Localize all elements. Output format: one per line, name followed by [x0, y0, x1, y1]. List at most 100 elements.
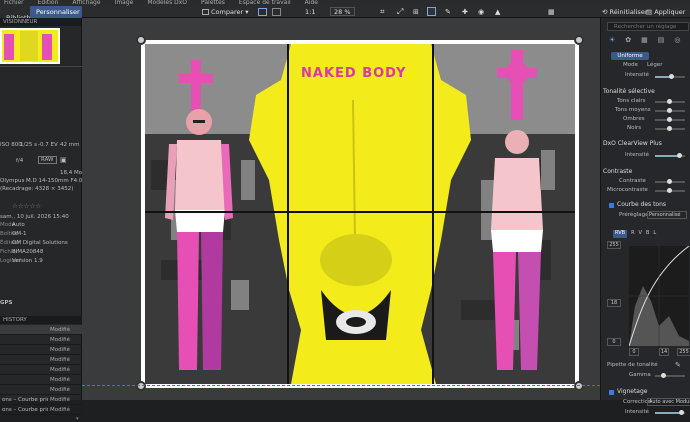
contrast-header[interactable]: Contraste [603, 168, 632, 175]
contrast-slider[interactable] [655, 179, 685, 184]
exif-editor: OM Digital Solutions [12, 240, 68, 246]
history-item[interactable]: Modifié [0, 385, 82, 395]
history-item[interactable]: Modifié [0, 365, 82, 375]
contrast-label: Contraste [619, 178, 646, 184]
exif-iso: ISO 800 [0, 142, 22, 148]
exif-crop: (Recadrage: 4328 × 3452) [0, 186, 74, 192]
reset-button[interactable]: ⟲ Réinitialiser [602, 7, 648, 17]
artwork-title: NAKED BODY [301, 66, 406, 81]
palette-light-icon[interactable]: ☀ [609, 36, 615, 46]
vignette-header[interactable]: Vignetage [617, 388, 647, 395]
fit-view-icon[interactable] [272, 8, 281, 16]
artwork-title-word1: NAKED [301, 66, 357, 81]
perspective-icon[interactable]: ⊞ [413, 7, 419, 17]
history-item[interactable]: Modifié [0, 335, 82, 345]
history-item[interactable]: ons – Courbe princ...Modifié [0, 395, 82, 405]
mode-value[interactable]: Léger [647, 62, 663, 68]
zoom-1to1-button[interactable]: 1:1 [305, 7, 315, 17]
curve-zero-input[interactable]: 0 [607, 338, 621, 346]
curve-x255-input[interactable]: 255 [677, 348, 690, 356]
tone-curve-graph[interactable] [628, 245, 690, 347]
history-item[interactable]: ons – Courbe princ...Modifié [0, 405, 82, 415]
microcontrast-slider[interactable] [655, 188, 685, 193]
curve-mid-input[interactable]: 18 [607, 299, 621, 307]
straighten-icon[interactable]: ⤢ [397, 7, 403, 17]
apply-button[interactable]: ▤ Appliquer u [646, 7, 690, 17]
channel-v[interactable]: V [639, 230, 642, 238]
crop-handle-bottom-left[interactable] [136, 381, 146, 391]
history-item[interactable]: Modifié [0, 355, 82, 365]
compare-button[interactable]: Comparer ▾ [202, 7, 249, 17]
clearview-header[interactable]: DxO ClearView Plus [603, 140, 662, 147]
crop-handle-bottom-right[interactable] [574, 381, 584, 391]
history-item-status: Modifié [50, 357, 70, 363]
curve-x0-input[interactable]: 0 [629, 348, 639, 356]
curve-header[interactable]: Courbe des tons [617, 201, 666, 208]
compare-icon [202, 9, 209, 15]
eyedropper-icon[interactable]: ✎ [445, 7, 451, 17]
warning-icon[interactable]: ▲ [495, 7, 500, 17]
tab-customize[interactable]: Personnaliser [30, 6, 82, 18]
exif-file: BIMA20848 [12, 249, 44, 255]
image-canvas[interactable]: NAKED BODY [82, 18, 600, 400]
history-item-status: Modifié [50, 377, 70, 383]
settings-search-input[interactable]: Rechercher un réglage [607, 22, 689, 31]
curve-enable-checkbox[interactable] [609, 203, 614, 208]
curve-top-input[interactable]: 255 [607, 241, 621, 249]
history-item[interactable]: Modifié [0, 375, 82, 385]
crop-handle-top-right[interactable] [574, 35, 584, 45]
vignette-intensity-slider[interactable] [655, 410, 685, 415]
history-item[interactable]: Modifié [0, 345, 82, 355]
guide-line [82, 385, 600, 386]
eye-icon[interactable]: ◉ [478, 7, 484, 17]
palette-detail-icon[interactable]: ▦ [641, 36, 648, 46]
correction-select[interactable]: Auto avec Module [647, 398, 690, 406]
exif-date: sam., 10 juil. 2026 15:40 [0, 214, 69, 220]
panel-scroll-arrow-icon[interactable]: ▾ [76, 416, 79, 422]
channel-b[interactable]: B [646, 230, 649, 238]
tonalite-header[interactable]: Tonalité sélective [603, 88, 655, 95]
palette-geometry-icon[interactable]: ▤ [658, 36, 665, 46]
uniform-button[interactable]: Uniforme [611, 52, 649, 60]
channel-rgb[interactable]: RVB [613, 230, 628, 238]
channel-l[interactable]: L [653, 230, 656, 238]
curve-x14-input[interactable]: 14 [659, 348, 669, 356]
tone-shadows-slider[interactable] [655, 117, 685, 122]
history-item[interactable]: Modifié [0, 325, 82, 335]
history-item-status: Modifié [50, 397, 70, 403]
tone-highlights-label: Tons clairs [617, 98, 646, 104]
rating-stars[interactable]: ☆☆☆☆☆ [12, 202, 41, 210]
tone-midtones-label: Tons moyens [615, 107, 651, 113]
gps-header[interactable]: GPS [0, 300, 13, 306]
crop-handle-top-left[interactable] [136, 35, 146, 45]
local-adjust-icon[interactable] [427, 7, 436, 16]
intensity-slider[interactable] [655, 74, 685, 79]
zoom-level-select[interactable]: 28 % [330, 7, 355, 16]
grid-icon[interactable]: ▦ [548, 7, 555, 17]
repair-icon[interactable]: ✚ [462, 7, 468, 17]
tone-blacks-slider[interactable] [655, 126, 685, 131]
apply-icon: ▤ [646, 8, 653, 16]
reset-label: Réinitialiser [609, 8, 648, 16]
exif-ev: -0.7 EV [38, 142, 58, 148]
navigator-thumbnail[interactable] [0, 28, 60, 64]
tone-midtones-slider[interactable] [655, 108, 685, 113]
gamma-slider[interactable] [655, 373, 685, 378]
crop-icon[interactable]: ⌗ [380, 7, 385, 17]
tone-blacks-label: Noirs [627, 125, 642, 131]
preset-select[interactable]: Personnalisé [647, 211, 687, 219]
clearview-slider[interactable] [655, 153, 685, 158]
exif-camera: OM-1 [12, 231, 27, 237]
palette-color-icon[interactable]: ✿ [625, 36, 631, 46]
pipette-icon[interactable]: ✎ [675, 361, 681, 369]
exif-focal: 42 mm [60, 142, 80, 148]
tone-highlights-slider[interactable] [655, 99, 685, 104]
history-item-status: Modifié [50, 347, 70, 353]
channel-r[interactable]: R [631, 230, 634, 238]
palette-watermark-icon[interactable]: ◎ [674, 36, 680, 46]
artwork-illustration [145, 44, 575, 384]
history-item-label: ons – Courbe princ... [2, 397, 48, 403]
split-view-icon[interactable] [258, 8, 267, 16]
clearview-intensity-label: Intensité [625, 152, 650, 158]
vignette-enable-checkbox[interactable] [609, 390, 614, 395]
